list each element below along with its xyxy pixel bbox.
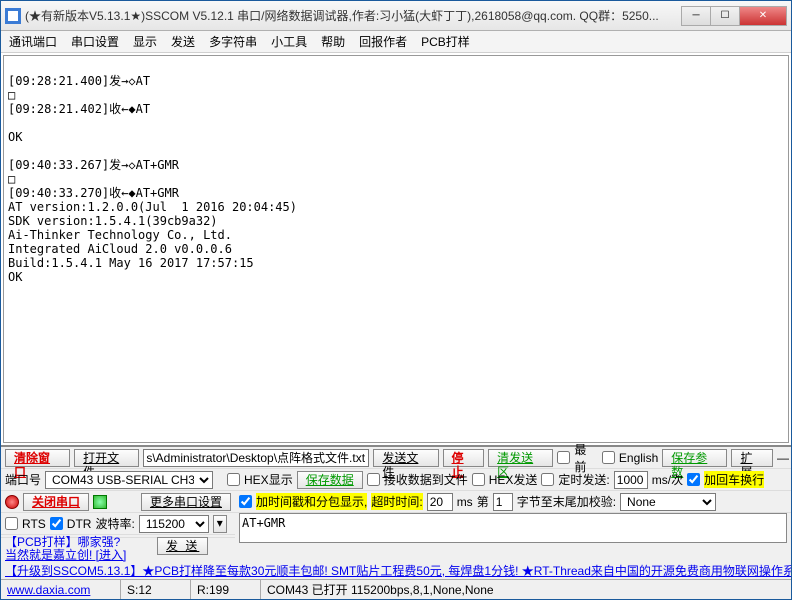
hex-display-label: HEX显示 (244, 471, 293, 488)
row-file: 清除窗口 打开文件 发送文件 停止 清发送区 最前 English 保存参数 扩… (1, 447, 791, 469)
send-file-button[interactable]: 发送文件 (373, 449, 438, 467)
row-port: 端口号 COM43 USB-SERIAL CH340 HEX显示 保存数据 接收… (1, 469, 791, 491)
port-status-icon (5, 495, 19, 509)
checksum-select[interactable]: None (620, 493, 716, 511)
hex-send-checkbox[interactable] (472, 473, 485, 486)
dtr-checkbox[interactable] (50, 517, 63, 530)
save-params-button[interactable]: 保存参数 (662, 449, 727, 467)
nth-input[interactable] (493, 493, 513, 511)
port-select[interactable]: COM43 USB-SERIAL CH340 (45, 471, 213, 489)
menu-send[interactable]: 发送 (171, 33, 195, 50)
file-path-input[interactable] (143, 449, 369, 467)
more-settings-icon[interactable] (93, 495, 107, 509)
period-input[interactable] (614, 471, 648, 489)
menu-display[interactable]: 显示 (133, 33, 157, 50)
menu-serial-settings[interactable]: 串口设置 (71, 33, 119, 50)
menu-feedback[interactable]: 回报作者 (359, 33, 407, 50)
timeout-unit: ms (457, 495, 473, 509)
timed-send-checkbox[interactable] (541, 473, 554, 486)
baud-spinner[interactable]: ▾ (213, 515, 227, 533)
status-sent: S:12 (121, 580, 191, 599)
close-button[interactable]: ✕ (739, 6, 787, 26)
baud-select[interactable]: 115200 (139, 515, 209, 533)
dtr-label: DTR (67, 517, 92, 531)
control-panel: 清除窗口 打开文件 发送文件 停止 清发送区 最前 English 保存参数 扩… (1, 445, 791, 579)
timestamp-label: 加时间戳和分包显示, (256, 493, 367, 510)
menu-pcb[interactable]: PCB打样 (421, 33, 470, 50)
status-bar: www.daxia.com S:12 R:199 COM43 已打开 11520… (1, 579, 791, 599)
minimize-button[interactable]: ─ (681, 6, 711, 26)
front-checkbox[interactable] (557, 451, 570, 464)
console-output[interactable]: [09:28:21.400]发→◇AT □ [09:28:21.402]收←◆A… (3, 55, 789, 443)
app-icon (5, 8, 21, 24)
menu-multistring[interactable]: 多字符串 (209, 33, 257, 50)
nth-suffix: 字节至末尾加校验: (517, 493, 616, 510)
rts-label: RTS (22, 517, 46, 531)
row-baud: RTS DTR 波特率: 115200 ▾ (1, 513, 235, 535)
send-button[interactable]: 发 送 (157, 537, 208, 555)
status-recv: R:199 (191, 580, 261, 599)
rts-checkbox[interactable] (5, 517, 18, 530)
menu-tools[interactable]: 小工具 (271, 33, 307, 50)
menu-help[interactable]: 帮助 (321, 33, 345, 50)
timeout-input[interactable] (427, 493, 453, 511)
timeout-label: 超时时间: (371, 493, 422, 510)
timestamp-checkbox[interactable] (239, 495, 252, 508)
window-title: (★有新版本V5.13.1★)SSCOM V5.12.1 串口/网络数据调试器,… (25, 7, 682, 24)
send-input[interactable]: AT+GMR (239, 513, 787, 543)
timed-send-label: 定时发送: (558, 471, 609, 488)
extend-button[interactable]: 扩展 (731, 449, 773, 467)
row-timestamp: 加时间戳和分包显示, 超时时间: ms 第 字节至末尾加校验: None (235, 491, 791, 513)
recv-to-file-label: 接收数据到文件 (384, 471, 468, 488)
clear-send-button[interactable]: 清发送区 (488, 449, 553, 467)
add-crlf-checkbox[interactable] (687, 473, 700, 486)
nth-label: 第 (477, 493, 489, 510)
menu-port[interactable]: 通讯端口 (9, 33, 57, 50)
more-settings-button[interactable]: 更多串口设置 (141, 493, 231, 511)
front-label: 最前 (574, 441, 598, 475)
add-crlf-label: 加回车换行 (704, 471, 764, 488)
english-checkbox[interactable] (602, 451, 615, 464)
extend-dashes: — (777, 451, 787, 465)
close-serial-button[interactable]: 关闭串口 (23, 493, 89, 511)
hex-display-checkbox[interactable] (227, 473, 240, 486)
window-controls: ─ ☐ ✕ (682, 6, 787, 26)
english-label: English (619, 451, 658, 465)
open-file-button[interactable]: 打开文件 (74, 449, 139, 467)
save-data-button[interactable]: 保存数据 (297, 471, 363, 489)
port-label: 端口号 (5, 471, 41, 488)
baud-label: 波特率: (95, 515, 134, 532)
ad-text[interactable]: 【升级到SSCOM5.13.1】★PCB打样降至每款30元顺丰包邮! SMT贴片… (5, 562, 791, 579)
stop-button[interactable]: 停止 (443, 449, 485, 467)
clear-window-button[interactable]: 清除窗口 (5, 449, 70, 467)
row-serial: 关闭串口 更多串口设置 (1, 491, 235, 513)
recv-to-file-checkbox[interactable] (367, 473, 380, 486)
titlebar: (★有新版本V5.13.1★)SSCOM V5.12.1 串口/网络数据调试器,… (1, 1, 791, 31)
maximize-button[interactable]: ☐ (710, 6, 740, 26)
status-site[interactable]: www.daxia.com (7, 583, 90, 597)
hex-send-label: HEX发送 (489, 471, 538, 488)
period-unit: ms/次 (652, 471, 683, 488)
menubar: 通讯端口 串口设置 显示 发送 多字符串 小工具 帮助 回报作者 PCB打样 (1, 31, 791, 53)
status-info: COM43 已打开 115200bps,8,1,None,None (261, 580, 791, 599)
app-window: (★有新版本V5.13.1★)SSCOM V5.12.1 串口/网络数据调试器,… (0, 0, 792, 600)
ad-bar: 【升级到SSCOM5.13.1】★PCB打样降至每款30元顺丰包邮! SMT贴片… (1, 561, 791, 579)
